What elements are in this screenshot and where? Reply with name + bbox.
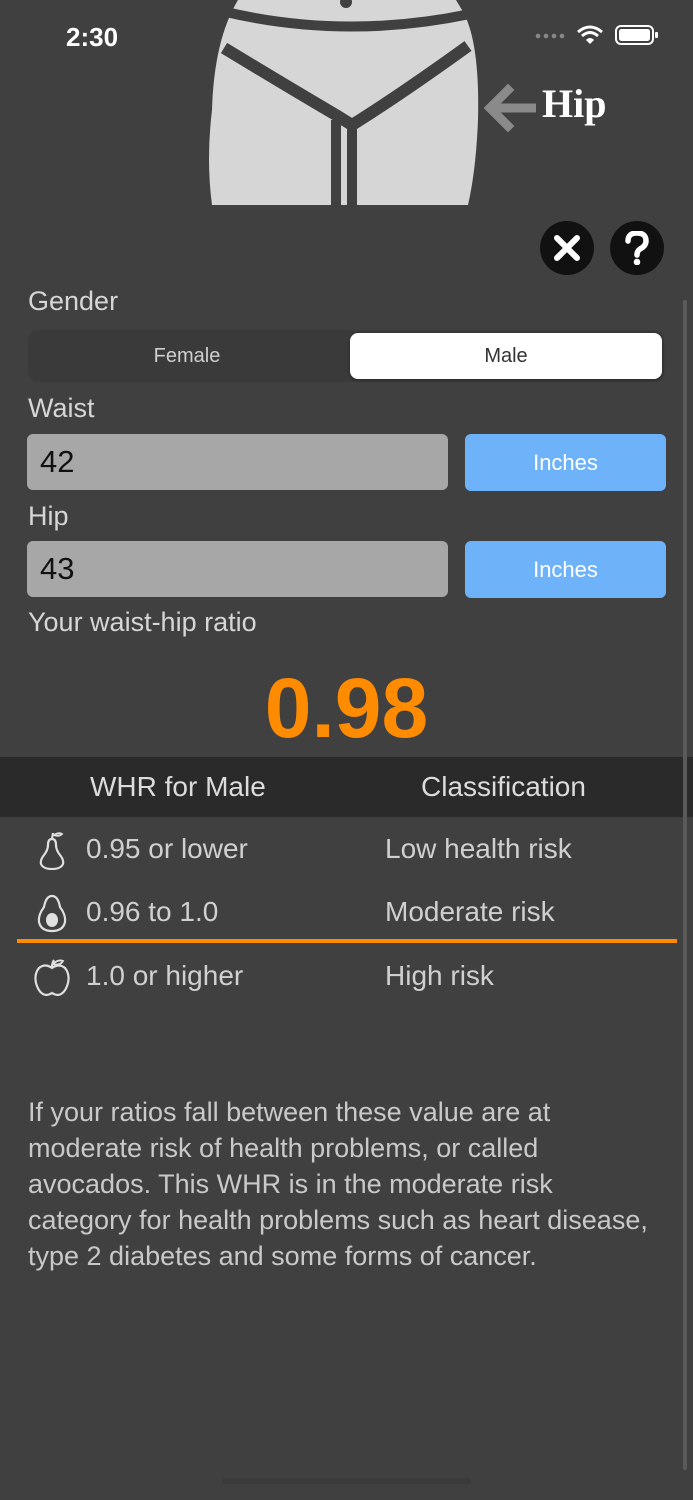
waist-unit-button[interactable]: Inches (465, 434, 666, 491)
help-button[interactable] (610, 221, 664, 275)
signal-icon (535, 33, 565, 39)
gender-option-female[interactable]: Female (31, 333, 343, 379)
header-classification: Classification (421, 771, 586, 802)
scrollbar[interactable] (683, 300, 687, 1470)
table-row: 0.95 or lower Low health risk (0, 819, 693, 881)
current-range-indicator (17, 939, 677, 943)
table-header: WHR for Male Classification (0, 757, 693, 817)
close-button[interactable] (540, 221, 594, 275)
hip-pointer-label: Hip (542, 81, 607, 126)
home-indicator (222, 1478, 471, 1484)
hip-unit-button[interactable]: Inches (465, 541, 666, 598)
ratio-value: 0.98 (264, 661, 429, 755)
table-row: 0.96 to 1.0 Moderate risk (0, 882, 693, 944)
waist-input[interactable]: 42 (27, 434, 448, 490)
row-classification: Low health risk (385, 833, 572, 864)
arrow-left-icon (484, 84, 536, 132)
close-icon (554, 235, 580, 261)
pear-icon (39, 832, 65, 870)
question-mark-icon (625, 231, 649, 265)
waist-label: Waist (28, 393, 95, 423)
row-range: 0.96 to 1.0 (86, 896, 219, 927)
wifi-icon (577, 25, 603, 44)
row-range: 1.0 or higher (86, 960, 244, 991)
battery-icon (615, 25, 658, 45)
header-whr: WHR for Male (90, 771, 266, 802)
ratio-label: Your waist-hip ratio (28, 607, 257, 637)
row-range: 0.95 or lower (86, 833, 248, 864)
gender-option-male[interactable]: Male (350, 333, 662, 379)
status-indicators (535, 24, 659, 46)
hip-label: Hip (28, 501, 69, 531)
row-classification: High risk (385, 960, 494, 991)
status-time: 2:30 (66, 22, 119, 52)
gender-label: Gender (28, 286, 119, 316)
hip-input[interactable]: 43 (27, 541, 448, 597)
apple-icon (34, 959, 70, 997)
risk-description: If your ratios fall between these value … (28, 1097, 648, 1271)
row-classification: Moderate risk (385, 896, 555, 927)
gender-segmented-control: Female Male (28, 330, 664, 382)
avocado-icon (37, 894, 67, 933)
table-row: 1.0 or higher High risk (0, 946, 693, 1008)
